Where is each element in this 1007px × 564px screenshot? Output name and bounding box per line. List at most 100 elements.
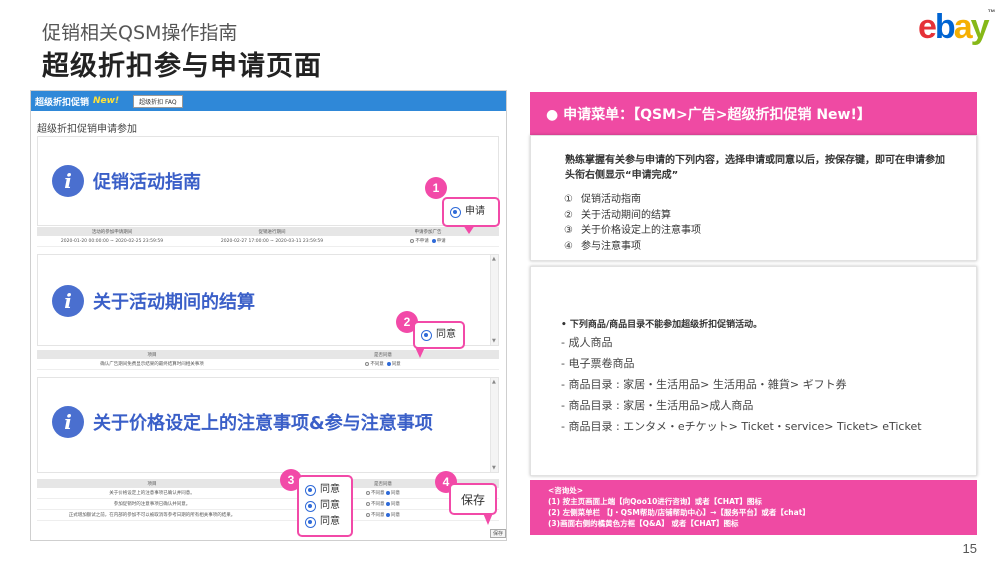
list-marker: ④ <box>564 240 573 252</box>
table-cell: 关于价格设定上的注意事项已确认并同意。 <box>109 491 195 496</box>
logo-trademark: ™ <box>987 8 996 17</box>
callout-agree: 同意 <box>413 321 465 349</box>
radio-label: 不同意 <box>371 502 385 507</box>
list-item: - 电子票卷商品 <box>561 357 635 370</box>
step-badge-1: 1 <box>425 177 447 199</box>
table-cell: 2020-02-27 17:00:00 ~ 2020-03-11 23:59:5… <box>220 238 324 244</box>
menu-path-bar: ● 申请菜单：【QSM>广告>超级折扣促销 New!】 <box>530 92 977 135</box>
steps-list: ① 促销活动指南 ② 关于活动期间的结算 ③ 关于价格设定上的注意事项 ④ 参与注意事项 <box>564 192 701 254</box>
slide-title: 超级折扣参与申请页面 <box>42 51 322 82</box>
radio-agree[interactable] <box>386 361 391 366</box>
radio-label: 同意 <box>390 491 400 496</box>
list-marker: ② <box>564 209 573 221</box>
info-icon: i <box>52 165 84 197</box>
radio-label: 申请 <box>436 239 446 244</box>
radio-selected-icon[interactable] <box>421 329 432 341</box>
scroll-down-icon[interactable]: ▼ <box>492 338 496 344</box>
list-text: 关于活动期间的结算 <box>581 209 671 221</box>
radio-label: 同意 <box>391 362 401 367</box>
list-item: ① 促销活动指南 <box>564 192 701 208</box>
info-icon: i <box>52 285 84 317</box>
table-header: 项目 是否同意 <box>37 479 499 488</box>
scroll-up-icon[interactable]: ▲ <box>492 256 496 262</box>
callout-label: 同意 <box>320 516 340 527</box>
col-header: 项目 <box>147 481 157 487</box>
radio-apply[interactable] <box>431 238 436 243</box>
logo-letter-a: a <box>953 8 973 46</box>
exclusion-note: • 下列商品/商品目录不能参加超级折扣促销活动。 <box>561 320 763 330</box>
scroll-up-icon[interactable]: ▲ <box>492 379 496 385</box>
col-header: 促销进行期间 <box>258 229 286 235</box>
radio-agree[interactable] <box>385 490 390 495</box>
table-row: 确认广告期间免费显示结果的最终结算时间相关事项 不同意 同意 <box>37 359 499 370</box>
radio-disagree[interactable] <box>365 361 370 366</box>
price-notes-table: 项目 是否同意 关于价格设定上的注意事项已确认并同意。 不同意 同意 参加促销时… <box>37 479 499 521</box>
screenshot-header: 超级折扣促销 New! 超级折扣 FAQ <box>31 91 506 111</box>
radio-selected-icon[interactable] <box>305 484 316 496</box>
screenshot-header-title: 超级折扣促销 <box>35 97 90 108</box>
table-row: 2020-01-20 00:00:00 ~ 2020-02-25 23:59:5… <box>37 236 499 247</box>
radio-selected-icon[interactable] <box>450 206 461 218</box>
radio-not-apply[interactable] <box>410 238 415 243</box>
scroll-down-icon[interactable]: ▼ <box>492 465 496 471</box>
exclusions-card: • 下列商品/商品目录不能参加超级折扣促销活动。 - 成人商品 - 电子票卷商品… <box>530 266 977 476</box>
instructions-card: 熟练掌握有关参与申请的下列内容，选择申请或同意以后，按保存键，即可在申请参加头衔… <box>530 135 977 261</box>
radio-disagree[interactable] <box>366 490 371 495</box>
col-header: 项目 <box>147 352 157 358</box>
section-heading: i 促销活动指南 <box>52 165 201 197</box>
list-marker: ① <box>564 194 573 205</box>
callout-pointer <box>483 513 493 525</box>
list-item: ④ 参与注意事项 <box>564 239 701 255</box>
qsm-screenshot: 超级折扣促销 New! 超级折扣 FAQ 超级折扣促销申请参加 i 促销活动指南… <box>30 90 507 541</box>
list-item: - 成人商品 <box>561 336 613 349</box>
callout-label: 同意 <box>320 500 340 511</box>
radio-disagree[interactable] <box>366 501 371 506</box>
callout-pointer <box>463 225 475 234</box>
radio-label: 不同意 <box>371 513 385 518</box>
list-item: ② 关于活动期间的结算 <box>564 208 701 224</box>
contact-line: (3)画面右侧的橘黄色方框【Q&A】 或者【CHAT】图标 <box>548 519 739 528</box>
table-cell: 确认广告期间免费显示结果的最终结算时间相关事项 <box>100 362 204 367</box>
callout-label[interactable]: 保存 <box>461 491 485 508</box>
contact-box: <咨询处> (1) 按主页画面上端【向Qoo10进行咨询】或者【CHAT】图标 … <box>530 480 977 535</box>
contact-line: <咨询处> <box>548 486 584 495</box>
ebay-logo: ebay™ <box>918 8 996 47</box>
callout-agree-all: 同意 同意 同意 <box>297 475 353 537</box>
screenshot-subtitle: 超级折扣促销申请参加 <box>37 124 137 135</box>
apply-table: 活动的参加申请期间 促销进行期间 申请参加广告 2020-01-20 00:00… <box>37 227 499 247</box>
faq-button[interactable]: 超级折扣 FAQ <box>133 94 183 108</box>
table-header: 活动的参加申请期间 促销进行期间 申请参加广告 <box>37 227 499 236</box>
table-cell: 2020-01-20 00:00:00 ~ 2020-02-25 23:59:5… <box>60 238 164 244</box>
table-cell: 正式增加额试之前，在内部的参加不可以被取消等参考日期的所有相关事项的结果。 <box>68 513 236 518</box>
radio-selected-icon[interactable] <box>305 516 316 528</box>
logo-letter-e: e <box>918 8 937 46</box>
callout-apply: 申请 <box>442 197 500 227</box>
radio-agree[interactable] <box>385 512 390 517</box>
table-cell: 参加促销时的注意事项已确认并同意。 <box>113 502 191 507</box>
scrollbar[interactable]: ▲ ▼ <box>490 255 498 345</box>
callout-save: 保存 <box>449 483 497 515</box>
radio-disagree[interactable] <box>366 512 371 517</box>
radio-selected-icon[interactable] <box>305 500 316 512</box>
callout-pointer <box>415 347 425 358</box>
col-header: 申请参加广告 <box>414 229 442 235</box>
contact-line: (2) 左侧菜单栏 【J・QSM帮助/店铺帮助中心】→【服务平台】或者【chat… <box>548 508 810 517</box>
radio-label: 不同意 <box>371 491 385 496</box>
save-button-mini[interactable]: 保存 <box>490 529 506 538</box>
section-title: 关于价格设定上的注意事项&参与注意事项 <box>93 413 433 434</box>
scrollbar[interactable]: ▲ ▼ <box>490 378 498 472</box>
table-row: 参加促销时的注意事项已确认并同意。 不同意 同意 <box>37 499 499 510</box>
section-price-notes: ▲ ▼ i 关于价格设定上的注意事项&参与注意事项 <box>37 377 499 473</box>
list-item: - 商品目录 : 家居・生活用品> 生活用品・雑貨> ギフト券 <box>561 378 847 391</box>
radio-label: 同意 <box>390 513 400 518</box>
logo-letter-b: b <box>934 8 956 46</box>
table-row: 关于价格设定上的注意事项已确认并同意。 不同意 同意 <box>37 488 499 499</box>
info-icon: i <box>52 406 84 438</box>
list-text: 促销活动指南 <box>581 194 641 205</box>
radio-agree[interactable] <box>385 501 390 506</box>
excluded-list: - 成人商品 - 电子票卷商品 - 商品目录 : 家居・生活用品> 生活用品・雑… <box>561 332 922 437</box>
list-item: ③ 关于价格设定上的注意事项 <box>564 223 701 239</box>
logo-letter-y: y <box>970 8 990 46</box>
callout-label: 申请 <box>465 206 485 217</box>
radio-label: 不申请 <box>415 239 429 244</box>
